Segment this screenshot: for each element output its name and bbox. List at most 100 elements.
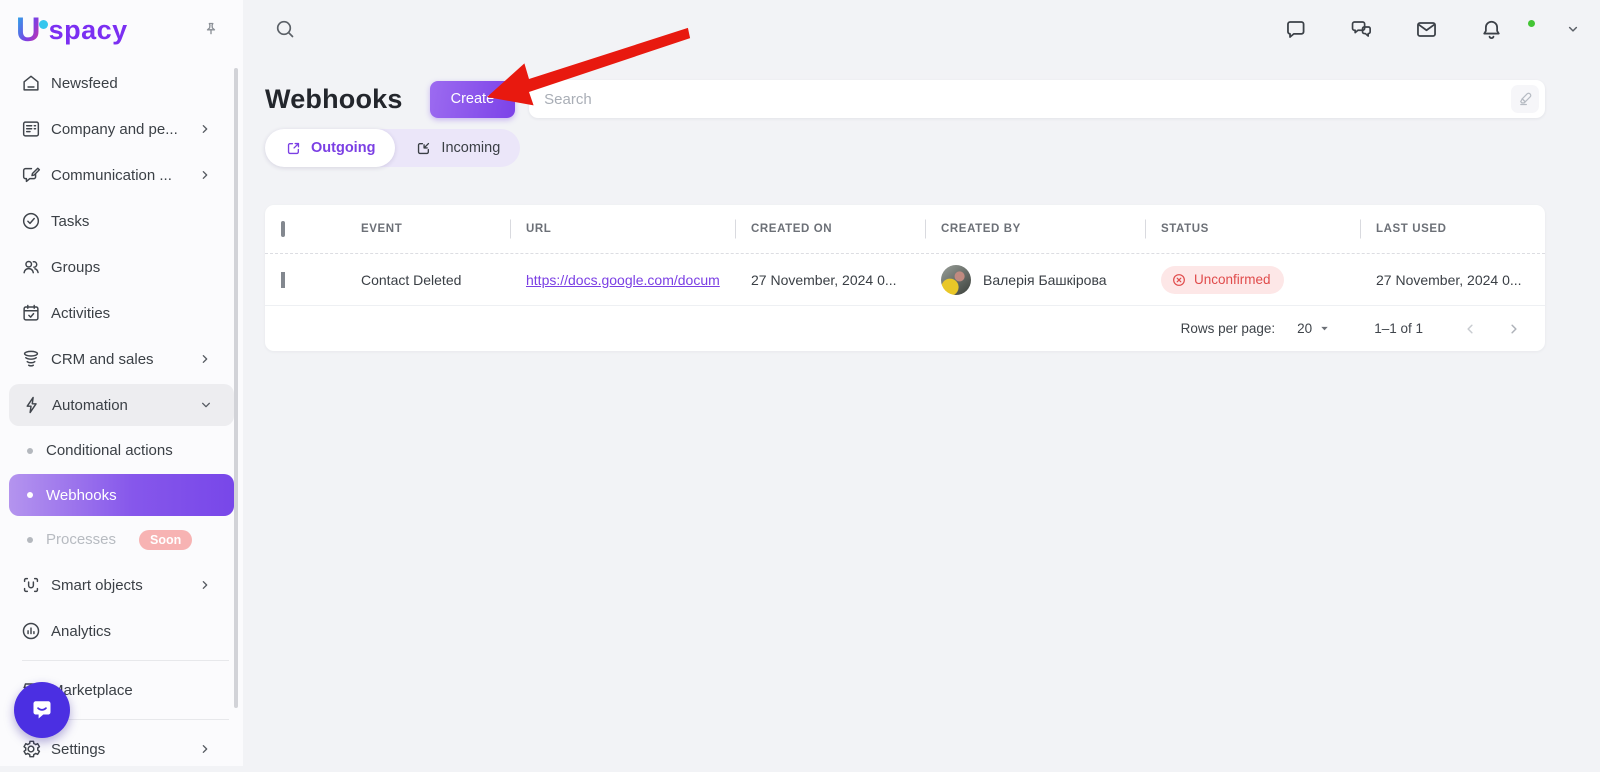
- sidebar-divider: [22, 660, 229, 661]
- sidebar-item-label: Webhooks: [46, 487, 117, 504]
- online-status-dot: [1526, 18, 1537, 29]
- url-cell: https://docs.google.com/docum: [510, 272, 735, 288]
- status-badge: Unconfirmed: [1161, 266, 1284, 294]
- chevron-down-icon: [198, 397, 214, 413]
- rows-per-page-label: Rows per page:: [1181, 321, 1276, 336]
- sidebar-item-processes[interactable]: Processes Soon: [0, 517, 243, 562]
- sidebar-item-crm[interactable]: CRM and sales: [0, 336, 243, 382]
- create-webhook-button[interactable]: Create: [430, 81, 516, 118]
- bullet-icon: [27, 448, 33, 454]
- row-select-cell: [265, 272, 345, 288]
- chevron-right-icon: [197, 167, 213, 183]
- column-header-created-by[interactable]: CREATED BY: [925, 223, 1145, 235]
- logo-text: spacy: [49, 15, 128, 45]
- analytics-icon: [20, 620, 42, 642]
- tab-label: Incoming: [441, 140, 500, 156]
- webhook-direction-tabs: Outgoing Incoming: [265, 129, 520, 167]
- main-area: Webhooks Create Outgoing Incoming: [243, 0, 1600, 766]
- column-header-url[interactable]: URL: [510, 223, 735, 235]
- chat-icon[interactable]: [1284, 17, 1309, 42]
- sidebar-item-label: Automation: [52, 397, 128, 414]
- column-header-last-used[interactable]: LAST USED: [1360, 223, 1545, 235]
- next-page-button[interactable]: [1501, 316, 1527, 342]
- column-header-created-on[interactable]: CREATED ON: [735, 223, 925, 235]
- sidebar-item-conditional-actions[interactable]: Conditional actions: [0, 428, 243, 473]
- sidebar-item-communication[interactable]: Communication ...: [0, 152, 243, 198]
- created-by-cell: Валерія Башкірова: [925, 265, 1145, 295]
- bullet-icon: [27, 492, 33, 498]
- search-input[interactable]: [529, 80, 1545, 118]
- eraser-icon[interactable]: [1511, 85, 1539, 113]
- outgoing-export-icon: [285, 140, 302, 157]
- topbar-actions: [1284, 17, 1582, 42]
- sidebar-item-activities[interactable]: Activities: [0, 290, 243, 336]
- status-label: Unconfirmed: [1194, 272, 1271, 287]
- chevron-right-icon: [197, 121, 213, 137]
- sidebar-item-automation[interactable]: Automation: [9, 384, 234, 426]
- creator-avatar: [941, 265, 971, 295]
- search-icon[interactable]: [273, 17, 297, 41]
- tab-incoming[interactable]: Incoming: [395, 129, 520, 167]
- profile-chevron-down-icon[interactable]: [1564, 20, 1582, 38]
- select-all-checkbox[interactable]: [281, 221, 285, 237]
- sidebar-item-analytics[interactable]: Analytics: [0, 608, 243, 654]
- sidebar-item-tasks[interactable]: Tasks: [0, 198, 243, 244]
- sidebar-item-label: Activities: [51, 305, 110, 322]
- row-checkbox[interactable]: [281, 272, 285, 288]
- sidebar-item-label: Company and pe...: [51, 121, 178, 138]
- bullet-icon: [27, 537, 33, 543]
- sidebar-item-label: Processes: [46, 531, 116, 548]
- notifications-bell-icon[interactable]: [1479, 17, 1504, 42]
- chat-bubble-icon: [28, 696, 56, 724]
- sidebar-item-label: Groups: [51, 259, 100, 276]
- table-header-row: EVENT URL CREATED ON CREATED BY STATUS L…: [265, 205, 1545, 254]
- sidebar-item-webhooks[interactable]: Webhooks: [9, 474, 234, 516]
- pin-sidebar-icon[interactable]: [201, 20, 221, 40]
- sidebar-header: U spacy: [0, 0, 243, 60]
- rows-per-page-value: 20: [1297, 321, 1312, 336]
- smart-objects-icon: [20, 574, 42, 596]
- webhook-url-link[interactable]: https://docs.google.com/docum: [526, 272, 720, 288]
- group-chat-icon[interactable]: [1349, 17, 1374, 42]
- sidebar-item-label: Analytics: [51, 623, 111, 640]
- sidebar-item-label: Newsfeed: [51, 75, 118, 92]
- mail-icon[interactable]: [1414, 17, 1439, 42]
- chevron-right-icon: [197, 741, 213, 757]
- column-header-event[interactable]: EVENT: [345, 223, 510, 235]
- sidebar-scrollbar[interactable]: [234, 68, 238, 708]
- soon-badge: Soon: [139, 530, 192, 550]
- communication-icon: [20, 164, 42, 186]
- status-cell: Unconfirmed: [1145, 266, 1360, 294]
- page-header: Webhooks Create: [265, 80, 1545, 118]
- sidebar-item-label: CRM and sales: [51, 351, 154, 368]
- logo-dot-icon: [39, 20, 48, 29]
- sidebar-item-label: Communication ...: [51, 167, 172, 184]
- chevron-right-icon: [197, 351, 213, 367]
- rows-per-page-select[interactable]: 20: [1297, 321, 1330, 336]
- sidebar-item-label: Settings: [51, 741, 105, 758]
- created-on-cell: 27 November, 2024 0...: [735, 272, 925, 288]
- creator-name: Валерія Башкірова: [983, 272, 1107, 288]
- crm-funnel-icon: [20, 348, 42, 370]
- caret-down-icon: [1319, 323, 1330, 334]
- column-header-status[interactable]: STATUS: [1145, 223, 1360, 235]
- sidebar-item-newsfeed[interactable]: Newsfeed: [0, 60, 243, 106]
- sidebar-item-groups[interactable]: Groups: [0, 244, 243, 290]
- table-row[interactable]: Contact Deleted https://docs.google.com/…: [265, 254, 1545, 305]
- logo-u-glyph: U: [16, 15, 41, 45]
- previous-page-button[interactable]: [1457, 316, 1483, 342]
- support-chat-launcher[interactable]: [14, 682, 70, 738]
- tab-outgoing[interactable]: Outgoing: [265, 129, 395, 167]
- webhooks-table: EVENT URL CREATED ON CREATED BY STATUS L…: [265, 205, 1545, 351]
- sidebar-nav: Newsfeed Company and pe... Communication…: [0, 60, 243, 772]
- webhooks-search: [529, 80, 1545, 118]
- sidebar-item-smart-objects[interactable]: Smart objects: [0, 562, 243, 608]
- tab-label: Outgoing: [311, 140, 375, 156]
- pagination-range: 1–1 of 1: [1374, 321, 1423, 336]
- uspacy-logo[interactable]: U spacy: [16, 15, 128, 45]
- select-all-cell: [265, 223, 345, 235]
- automation-bolt-icon: [21, 394, 43, 416]
- sidebar-item-company[interactable]: Company and pe...: [0, 106, 243, 152]
- topbar: [243, 0, 1600, 58]
- event-cell: Contact Deleted: [345, 272, 510, 288]
